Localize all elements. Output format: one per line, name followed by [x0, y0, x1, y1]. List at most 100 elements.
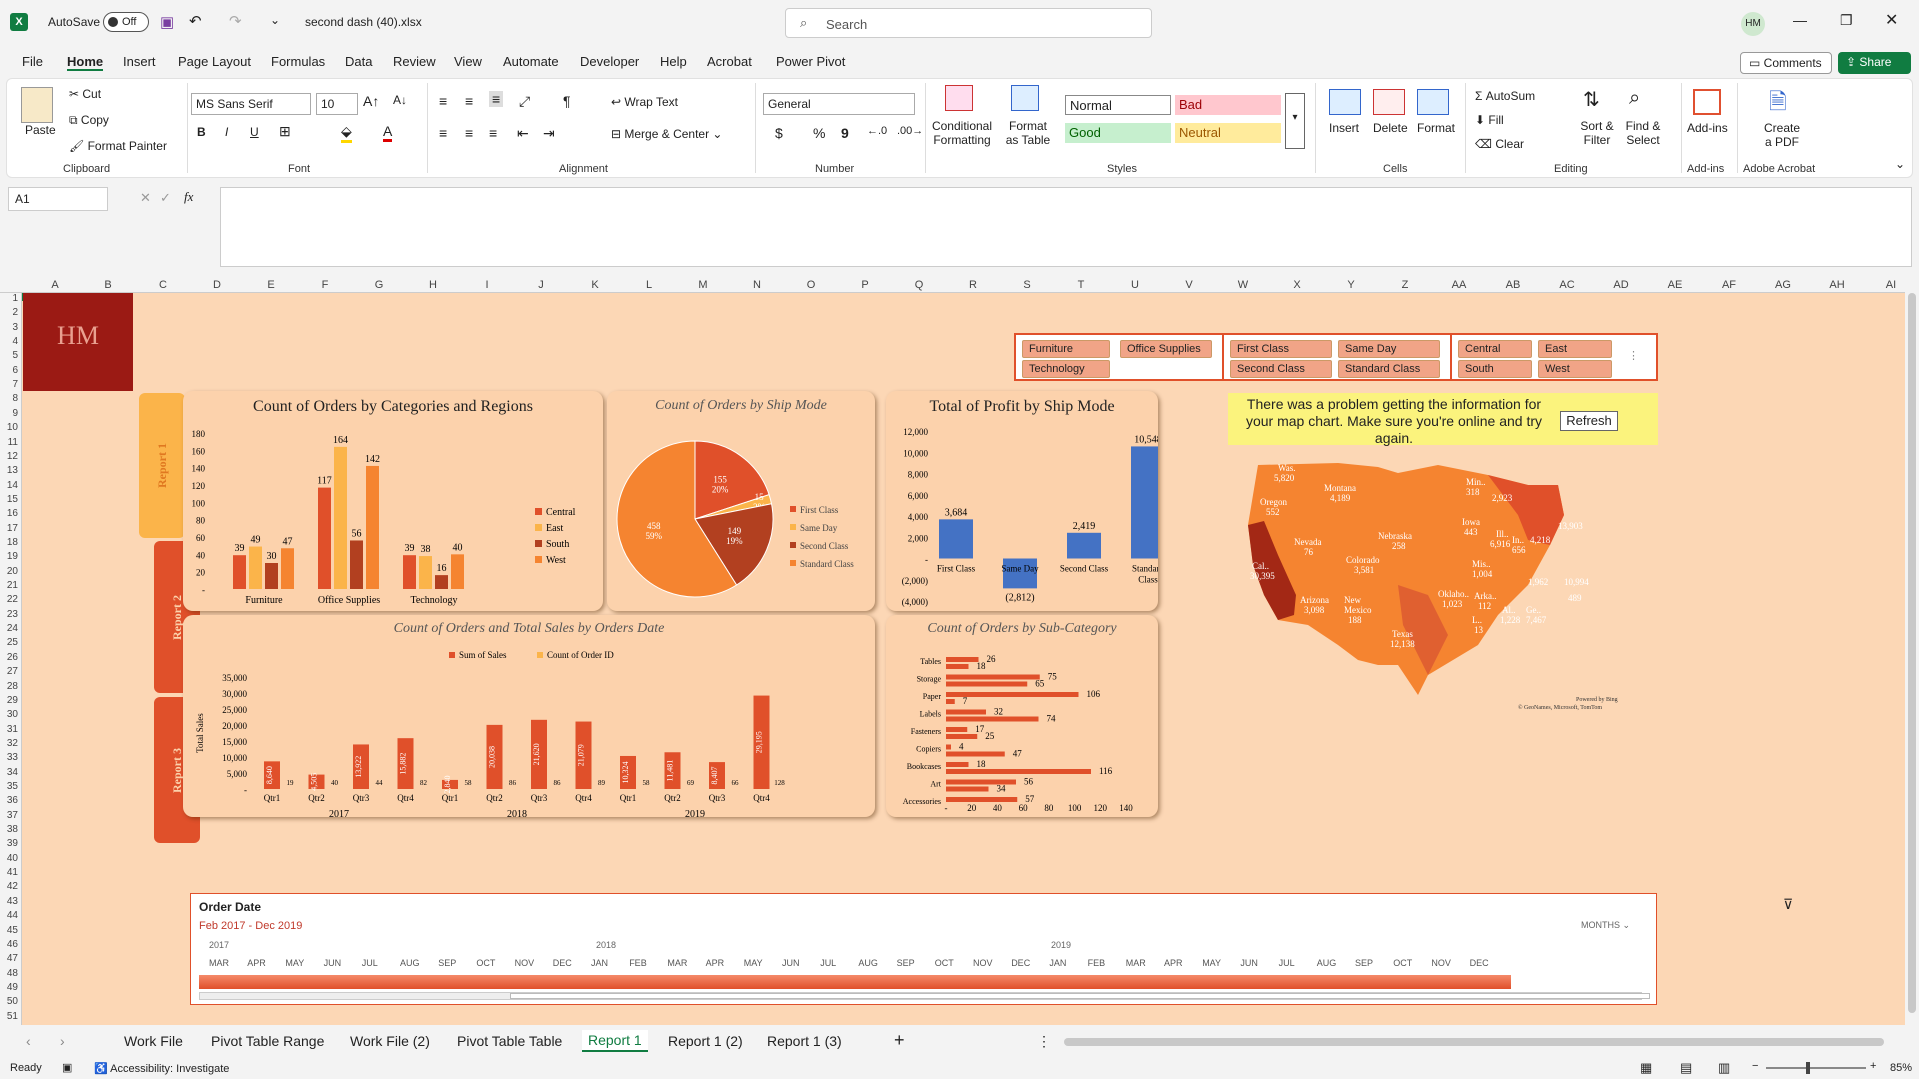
us-map[interactable]: Was.5,820 Montana4,189 Oregon552 Nevada7…	[1228, 445, 1658, 711]
column-header[interactable]: AB	[1498, 279, 1528, 293]
timeline-selection-bar[interactable]	[199, 975, 1511, 989]
scroll-thumb[interactable]	[1908, 293, 1916, 1013]
timeline-month[interactable]: DEC	[1470, 958, 1489, 968]
number-format-select[interactable]: General	[763, 93, 915, 115]
column-header[interactable]: AI	[1876, 279, 1906, 293]
menu-file[interactable]: File	[22, 54, 43, 69]
row-header[interactable]: 44	[0, 910, 18, 921]
slicer-second-class[interactable]: Second Class	[1230, 360, 1332, 378]
row-header[interactable]: 10	[0, 422, 18, 433]
decrease-indent-icon[interactable]: ⇤	[517, 125, 529, 142]
row-header[interactable]: 36	[0, 795, 18, 806]
timeline-scrollbar[interactable]	[199, 992, 1650, 1000]
conditional-formatting-button[interactable]: Conditional Formatting	[931, 119, 993, 147]
underline-button[interactable]: U	[250, 125, 259, 139]
sheet-tab-active[interactable]: Report 1	[582, 1030, 648, 1052]
timeline-month[interactable]: JUL	[1279, 958, 1295, 968]
style-neutral[interactable]: Neutral	[1175, 123, 1281, 143]
menu-help[interactable]: Help	[660, 54, 687, 69]
align-right-icon[interactable]: ≡	[489, 125, 497, 141]
timeline-month[interactable]: APR	[706, 958, 725, 968]
autosum-button[interactable]: Σ AutoSum	[1475, 89, 1535, 103]
menu-data[interactable]: Data	[345, 54, 372, 69]
column-header[interactable]: O	[796, 279, 826, 293]
avatar[interactable]: HM	[1741, 12, 1765, 36]
row-header[interactable]: 6	[0, 365, 18, 376]
find-select-button[interactable]: Find & Select	[1621, 119, 1665, 147]
next-sheet-icon[interactable]: ›	[60, 1033, 65, 1049]
merge-center-button[interactable]: ⊟ Merge & Center ⌄	[611, 127, 722, 141]
clear-button[interactable]: ⌫ Clear	[1475, 137, 1524, 151]
row-header[interactable]: 38	[0, 824, 18, 835]
menu-home[interactable]: Home	[67, 54, 104, 71]
filename[interactable]: second dash (40).xlsx	[305, 15, 422, 29]
timeline-month[interactable]: JAN	[591, 958, 608, 968]
chart-orders-sales-date[interactable]: Count of Orders and Total Sales by Order…	[183, 615, 875, 817]
column-header[interactable]: AE	[1660, 279, 1690, 293]
column-header[interactable]: N	[742, 279, 772, 293]
timeline-month[interactable]: NOV	[973, 958, 993, 968]
italic-button[interactable]: I	[225, 125, 228, 139]
orientation-icon[interactable]: ⤢	[519, 93, 530, 110]
timeline-month[interactable]: APR	[247, 958, 266, 968]
row-header[interactable]: 51	[0, 1011, 18, 1022]
zoom-level[interactable]: 85%	[1890, 1062, 1912, 1074]
sort-filter-button[interactable]: Sort & Filter	[1577, 119, 1617, 147]
page-layout-view-icon[interactable]: ▤	[1680, 1060, 1692, 1076]
row-header[interactable]: 5	[0, 350, 18, 361]
chart-sub-category[interactable]: Count of Orders by Sub-Category Tables 26…	[886, 615, 1158, 817]
delete-cells-button[interactable]: Delete	[1373, 121, 1408, 135]
menu-acrobat[interactable]: Acrobat	[707, 54, 752, 69]
percent-button[interactable]: %	[813, 125, 825, 141]
increase-decimal-icon[interactable]: ←.0	[867, 125, 887, 137]
slicer-office-supplies[interactable]: Office Supplies	[1120, 340, 1212, 358]
increase-indent-icon[interactable]: ⇥	[543, 125, 555, 142]
timeline-month[interactable]: AUG	[1317, 958, 1337, 968]
sheet-tab[interactable]: Work File (2)	[350, 1033, 430, 1049]
slicer-first-class[interactable]: First Class	[1230, 340, 1332, 358]
column-header[interactable]: Q	[904, 279, 934, 293]
chart-profit-ship-mode[interactable]: Total of Profit by Ship Mode 12,000 10,00…	[886, 391, 1158, 611]
paste-icon[interactable]	[21, 87, 53, 123]
decrease-font-icon[interactable]: A↓	[393, 93, 407, 107]
restore-icon[interactable]: ❐	[1840, 12, 1853, 29]
column-header[interactable]: Z	[1390, 279, 1420, 293]
row-header[interactable]: 31	[0, 724, 18, 735]
row-header[interactable]: 8	[0, 393, 18, 404]
sheet-tab[interactable]: Report 1 (3)	[767, 1033, 842, 1049]
column-header[interactable]: L	[634, 279, 664, 293]
prev-sheet-icon[interactable]: ‹	[26, 1033, 31, 1049]
timeline-month[interactable]: JUN	[324, 958, 342, 968]
page-break-view-icon[interactable]: ▥	[1718, 1060, 1730, 1076]
column-header[interactable]: I	[472, 279, 502, 293]
timeline-slicer[interactable]: Order Date ⊽ Feb 2017 - Dec 2019 MONTHS …	[190, 893, 1793, 1005]
column-header[interactable]: U	[1120, 279, 1150, 293]
autosave-toggle[interactable]: Off	[103, 12, 149, 32]
insert-cells-button[interactable]: Insert	[1329, 121, 1359, 135]
styles-more-icon[interactable]: ▾	[1285, 93, 1305, 149]
row-header[interactable]: 28	[0, 681, 18, 692]
slicer-furniture[interactable]: Furniture	[1022, 340, 1110, 358]
row-header[interactable]: 39	[0, 838, 18, 849]
name-box[interactable]: A1	[8, 187, 108, 211]
zoom-out-icon[interactable]: −	[1752, 1060, 1758, 1072]
menu-view[interactable]: View	[454, 54, 482, 69]
fill-button[interactable]: ⬇ Fill	[1475, 113, 1504, 127]
row-header[interactable]: 40	[0, 853, 18, 864]
align-top-icon[interactable]: ≡	[439, 93, 447, 109]
timeline-month[interactable]: JUL	[362, 958, 378, 968]
paste-button[interactable]: Paste	[25, 123, 56, 137]
timeline-scroll-thumb[interactable]	[510, 993, 1650, 999]
column-header[interactable]: Y	[1336, 279, 1366, 293]
menu-insert[interactable]: Insert	[123, 54, 156, 69]
row-header[interactable]: 24	[0, 623, 18, 634]
timeline-month[interactable]: MAR	[209, 958, 229, 968]
copy-button[interactable]: ⧉ Copy	[69, 113, 109, 128]
row-header[interactable]: 11	[0, 437, 18, 448]
create-pdf-button[interactable]: Create a PDF	[1759, 121, 1805, 149]
row-header[interactable]: 26	[0, 652, 18, 663]
insert-function-icon[interactable]: fx	[184, 189, 193, 205]
timeline-month[interactable]: FEB	[629, 958, 647, 968]
column-header[interactable]: A	[40, 279, 70, 293]
column-header[interactable]: AC	[1552, 279, 1582, 293]
